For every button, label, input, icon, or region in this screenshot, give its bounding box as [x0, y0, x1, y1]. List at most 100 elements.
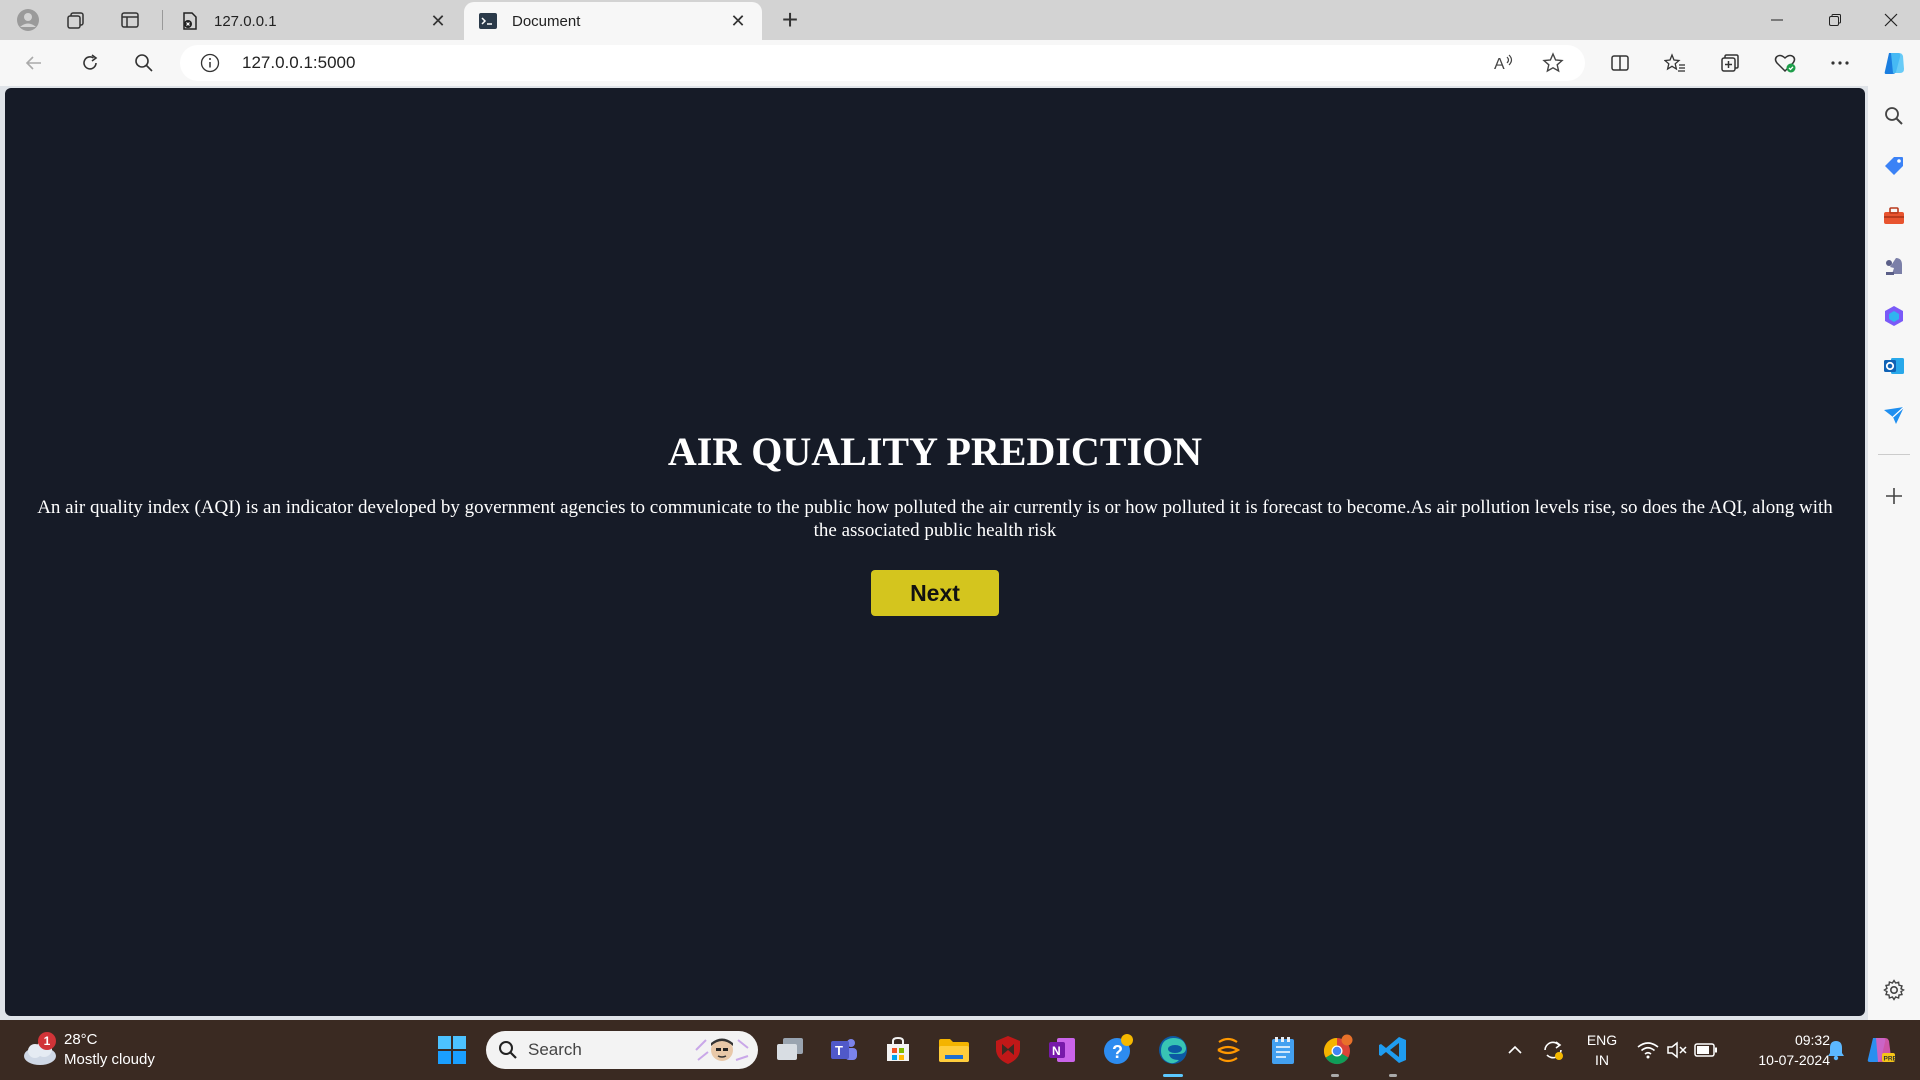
file-explorer-button[interactable]: [934, 1030, 974, 1070]
sidebar-tools-button[interactable]: [1878, 200, 1910, 232]
sidebar-outlook-button[interactable]: [1878, 350, 1910, 382]
site-info-icon[interactable]: [200, 53, 220, 73]
chevron-up-icon: [1508, 1045, 1522, 1054]
get-help-button[interactable]: ?: [1098, 1030, 1138, 1070]
favorite-button[interactable]: [1537, 49, 1569, 77]
weather-widget[interactable]: 1 28°C Mostly cloudy: [20, 1028, 155, 1072]
collections-button[interactable]: [1712, 47, 1748, 79]
wifi-tray-button[interactable]: [1634, 1030, 1662, 1070]
copilot-taskbar-button[interactable]: PRE: [1862, 1030, 1898, 1070]
close-icon: [1884, 13, 1898, 27]
tab-actions-button[interactable]: [110, 4, 150, 36]
chrome-button[interactable]: [1318, 1030, 1358, 1070]
shopping-tag-icon: [1885, 157, 1903, 175]
chess-icon: [1886, 258, 1902, 275]
volume-tray-button[interactable]: [1663, 1030, 1691, 1070]
browser-toolbar: A: [0, 40, 1920, 86]
copilot-button[interactable]: [1876, 47, 1912, 79]
taskbar-search[interactable]: Search: [486, 1031, 758, 1069]
weather-temp: 28°C: [64, 1031, 98, 1048]
close-tab-icon[interactable]: ✕: [728, 11, 748, 32]
restore-button[interactable]: [1806, 0, 1864, 40]
send-plane-icon: [1884, 406, 1905, 424]
vscode-button[interactable]: [1373, 1030, 1413, 1070]
search-icon: [1885, 107, 1903, 125]
task-view-icon: [777, 1038, 803, 1060]
sidebar-drop-button[interactable]: [1878, 400, 1910, 432]
search-tab-button[interactable]: [126, 47, 162, 79]
close-tab-icon[interactable]: ✕: [428, 11, 448, 32]
clock-date: 10-07-2024: [1758, 1052, 1830, 1068]
sublime-text-button[interactable]: [1208, 1030, 1248, 1070]
clock[interactable]: 09:32 10-07-2024: [1730, 1030, 1830, 1070]
weather-badge: 1: [38, 1032, 56, 1050]
language-code: ENG: [1586, 1032, 1618, 1048]
language-indicator[interactable]: ENG IN: [1582, 1030, 1622, 1070]
workspaces-button[interactable]: [56, 4, 96, 36]
tab-divider: [162, 10, 163, 30]
mcafee-button[interactable]: [988, 1030, 1028, 1070]
tab-strip: 127.0.0.1 ✕ Document ✕ +: [0, 0, 1920, 40]
onenote-button[interactable]: N: [1042, 1030, 1082, 1070]
web-page: AIR QUALITY PREDICTION An air quality in…: [5, 88, 1865, 1016]
notepad-icon: [1272, 1037, 1294, 1064]
mcafee-shield-icon: [996, 1036, 1020, 1064]
sidebar-shopping-button[interactable]: [1878, 150, 1910, 182]
sidebar-games-button[interactable]: [1878, 250, 1910, 282]
back-arrow-icon: [25, 56, 41, 70]
split-screen-icon: [1611, 55, 1629, 71]
sidebar-m365-button[interactable]: [1878, 300, 1910, 332]
clock-time: 09:32: [1794, 1032, 1830, 1048]
page-title: AIR QUALITY PREDICTION: [667, 429, 1203, 474]
bell-icon: [1828, 1041, 1844, 1061]
start-button[interactable]: [432, 1030, 472, 1070]
search-icon: [499, 1041, 517, 1059]
read-aloud-button[interactable]: A: [1488, 49, 1520, 77]
terminal-icon: [478, 11, 498, 31]
profile-button[interactable]: [8, 4, 48, 36]
edge-taskbar-button[interactable]: [1153, 1030, 1193, 1070]
wifi-icon: [1637, 1042, 1659, 1059]
show-hidden-icons-button[interactable]: [1500, 1030, 1530, 1070]
svg-text:A: A: [1494, 56, 1505, 73]
star-icon: [1542, 52, 1564, 73]
language-region: IN: [1595, 1052, 1609, 1068]
new-tab-button[interactable]: +: [770, 4, 810, 36]
close-window-button[interactable]: [1862, 0, 1920, 40]
address-input[interactable]: [242, 49, 1442, 77]
next-button[interactable]: Next: [871, 570, 999, 616]
battery-tray-button[interactable]: [1692, 1030, 1720, 1070]
minimize-icon: [1771, 19, 1783, 21]
tab-document[interactable]: Document ✕: [464, 2, 762, 40]
settings-more-button[interactable]: [1822, 47, 1858, 79]
sidebar-settings-button[interactable]: [1878, 974, 1910, 1006]
plus-icon: [1886, 488, 1902, 504]
notifications-button[interactable]: [1822, 1030, 1850, 1070]
svg-text:T: T: [835, 1043, 843, 1058]
store-button[interactable]: [878, 1030, 918, 1070]
favorites-button[interactable]: [1657, 47, 1693, 79]
onenote-icon: N: [1049, 1038, 1075, 1062]
split-screen-button[interactable]: [1602, 47, 1638, 79]
sidebar-add-button[interactable]: [1878, 480, 1910, 512]
vscode-icon: [1379, 1037, 1406, 1063]
browser-essentials-button[interactable]: [1767, 47, 1803, 79]
back-button[interactable]: [16, 47, 52, 79]
more-icon: [1831, 61, 1849, 65]
address-bar[interactable]: A: [180, 45, 1585, 81]
svg-text:N: N: [1052, 1044, 1061, 1058]
task-view-button[interactable]: [770, 1030, 810, 1070]
sync-tray-button[interactable]: [1538, 1030, 1568, 1070]
tab-localhost[interactable]: 127.0.0.1 ✕: [166, 2, 462, 40]
tab-title: Document: [512, 12, 581, 30]
teams-icon: T: [831, 1039, 857, 1060]
gear-icon: [1883, 979, 1905, 1001]
collections-icon: [1721, 54, 1739, 72]
minimize-button[interactable]: [1748, 0, 1806, 40]
teams-button[interactable]: T: [824, 1030, 864, 1070]
notepad-button[interactable]: [1263, 1030, 1303, 1070]
refresh-button[interactable]: [72, 47, 108, 79]
search-highlight-icon: [695, 1038, 749, 1061]
sidebar-search-button[interactable]: [1878, 100, 1910, 132]
profile-icon: [17, 9, 39, 31]
